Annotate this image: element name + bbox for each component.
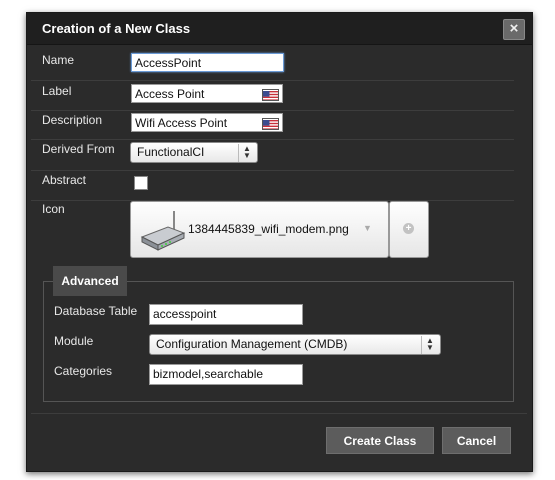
select-arrows-icon: ▲ ▼ — [238, 144, 255, 162]
database-table-label: Database Table — [54, 304, 138, 318]
wifi-modem-icon — [140, 211, 186, 251]
icon-label: Icon — [42, 202, 65, 216]
create-class-button[interactable]: Create Class — [326, 427, 434, 454]
us-flag-icon[interactable] — [262, 118, 279, 130]
abstract-checkbox[interactable] — [134, 176, 148, 190]
label-label: Label — [42, 84, 72, 98]
categories-input[interactable]: bizmodel,searchable — [149, 364, 303, 385]
plus-circle-icon: + — [403, 223, 414, 234]
module-value: Configuration Management (CMDB) — [156, 337, 348, 351]
advanced-legend: Advanced — [53, 266, 127, 296]
create-class-dialog: Creation of a New Class × Name AccessPoi… — [26, 12, 533, 472]
add-icon-button[interactable]: + — [389, 201, 429, 258]
abstract-label: Abstract — [42, 173, 87, 187]
name-input[interactable]: AccessPoint — [131, 53, 284, 72]
caret-down-icon: ▼ — [363, 223, 372, 233]
module-label: Module — [54, 334, 94, 348]
abstract-row — [31, 170, 514, 201]
categories-label: Categories — [54, 364, 113, 378]
derived-from-label: Derived From — [42, 142, 115, 156]
description-label: Description — [42, 113, 103, 127]
derived-from-value: FunctionalCI — [137, 145, 205, 159]
label-input[interactable]: Access Point — [131, 84, 283, 103]
close-button[interactable]: × — [503, 19, 525, 40]
description-input[interactable]: Wifi Access Point — [131, 113, 283, 132]
name-label: Name — [42, 53, 75, 67]
dialog-titlebar[interactable]: Creation of a New Class × — [27, 13, 532, 45]
us-flag-icon[interactable] — [262, 89, 279, 101]
cancel-button[interactable]: Cancel — [442, 427, 511, 454]
icon-select[interactable]: 1384445839_wifi_modem.png ▼ — [130, 201, 389, 258]
footer-divider — [31, 413, 527, 414]
database-table-input[interactable]: accesspoint — [149, 304, 303, 325]
dialog-title: Creation of a New Class — [42, 21, 191, 36]
select-arrows-icon: ▲ ▼ — [421, 336, 438, 354]
derived-from-select[interactable]: FunctionalCI ▲ ▼ — [130, 142, 258, 163]
icon-filename: 1384445839_wifi_modem.png — [188, 222, 349, 236]
label-input-value: Access Point — [135, 87, 205, 101]
module-select[interactable]: Configuration Management (CMDB) ▲ ▼ — [149, 334, 441, 355]
description-input-value: Wifi Access Point — [135, 116, 228, 130]
